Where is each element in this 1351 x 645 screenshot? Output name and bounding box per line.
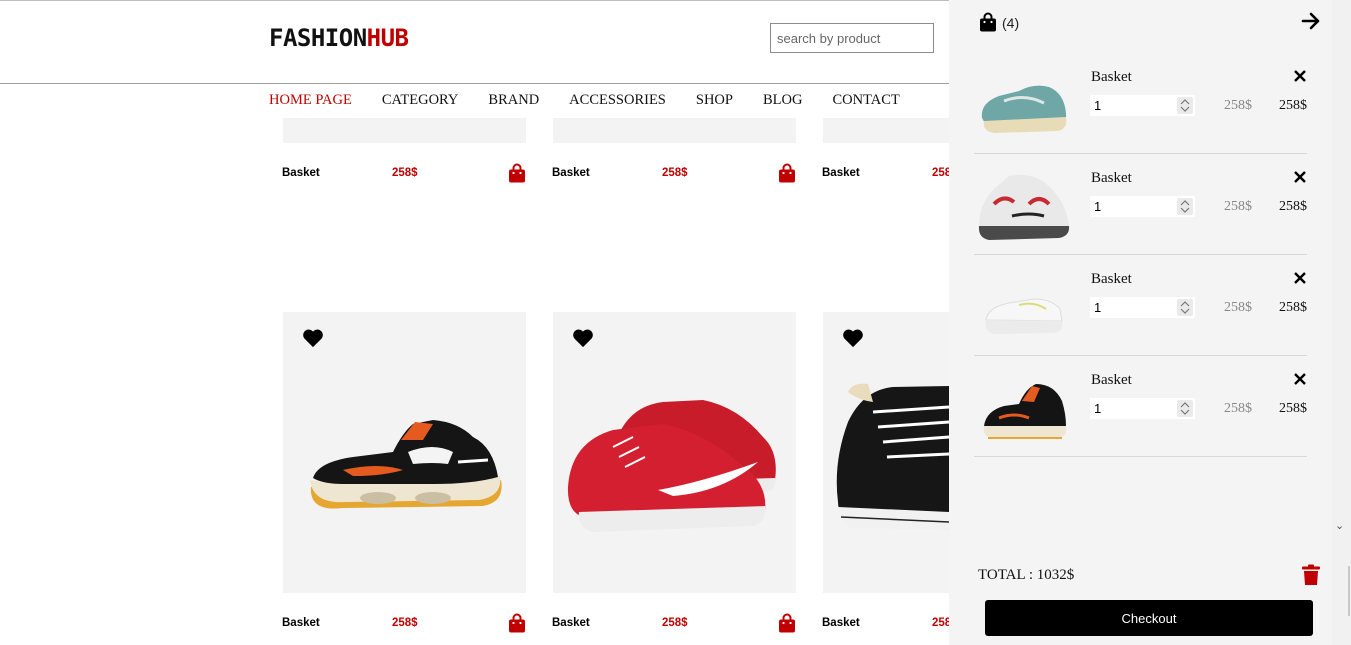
quantity-stepper[interactable] <box>1090 398 1195 419</box>
wishlist-heart-icon[interactable] <box>842 328 864 348</box>
quantity-spinner[interactable] <box>1177 198 1193 215</box>
product-image-top-2[interactable] <box>553 118 796 143</box>
product-name[interactable]: Basket <box>552 167 590 179</box>
cart-item: Basket 258$ 258$ <box>974 53 1307 154</box>
quantity-input[interactable] <box>1090 297 1172 318</box>
sneaker-black-hightop-image <box>836 383 949 530</box>
quantity-input[interactable] <box>1090 95 1172 116</box>
cart-item-name: Basket <box>1091 170 1132 186</box>
product-image[interactable] <box>823 312 949 593</box>
main-nav: HOME PAGE CATEGORY BRAND ACCESSORIES SHO… <box>269 92 930 109</box>
wishlist-heart-icon[interactable] <box>572 328 594 348</box>
cart-item: Basket 258$ 258$ <box>974 356 1307 457</box>
cart-item-unit-price: 258$ <box>1224 300 1252 315</box>
nav-contact[interactable]: CONTACT <box>832 92 899 109</box>
site-logo[interactable]: FASHIONHUB <box>269 24 409 52</box>
cart-item-line-total: 258$ <box>1279 401 1307 416</box>
sneaker-red-white-image <box>567 400 776 532</box>
add-to-cart-bag-icon[interactable] <box>778 613 796 633</box>
product-price: 258$ <box>392 617 418 629</box>
quantity-stepper[interactable] <box>1090 297 1195 318</box>
product-name[interactable]: Basket <box>282 167 320 179</box>
cart-item-line-total: 258$ <box>1279 199 1307 214</box>
cart-bag-icon <box>980 12 996 32</box>
product-image-top-1[interactable] <box>283 118 526 143</box>
cart-panel: (4) ⌄ Basket 258$ 258$ Basket <box>949 0 1351 645</box>
add-to-cart-bag-icon[interactable] <box>508 163 526 183</box>
scroll-down-icon[interactable]: ⌄ <box>1335 519 1344 532</box>
remove-item-close-icon[interactable] <box>1294 272 1306 284</box>
nav-home-page[interactable]: HOME PAGE <box>269 92 352 109</box>
logo-text-fashion: FASHION <box>269 24 367 52</box>
quantity-spinner[interactable] <box>1177 400 1193 417</box>
remove-item-close-icon[interactable] <box>1294 70 1306 82</box>
product-price: 258$ <box>932 167 949 179</box>
remove-item-close-icon[interactable] <box>1294 171 1306 183</box>
cart-item-name: Basket <box>1091 69 1132 85</box>
nav-shop[interactable]: SHOP <box>696 92 733 109</box>
remove-item-close-icon[interactable] <box>1294 373 1306 385</box>
product-image[interactable] <box>553 312 796 593</box>
cart-item-image <box>983 384 1067 439</box>
cart-item-line-total: 258$ <box>1279 300 1307 315</box>
nav-category[interactable]: CATEGORY <box>382 92 459 109</box>
cart-item-image <box>978 174 1070 240</box>
add-to-cart-bag-icon[interactable] <box>778 163 796 183</box>
quantity-input[interactable] <box>1090 398 1172 419</box>
nav-blog[interactable]: BLOG <box>763 92 802 109</box>
product-price: 258$ <box>392 167 418 179</box>
sneaker-black-orange-image <box>310 420 502 509</box>
cart-item-image <box>985 298 1063 334</box>
search-input[interactable] <box>770 23 934 53</box>
cart-total: TOTAL : 1032$ <box>978 567 1075 583</box>
product-price: 258$ <box>932 617 949 629</box>
arrow-right-icon[interactable] <box>1301 11 1321 31</box>
scrollbar-thumb[interactable] <box>1348 566 1350 616</box>
product-name[interactable]: Basket <box>822 617 860 629</box>
cart-item-unit-price: 258$ <box>1224 199 1252 214</box>
product-image-top-3[interactable] <box>823 118 949 143</box>
logo-text-hub: HUB <box>366 24 409 52</box>
checkout-button[interactable]: Checkout <box>985 600 1313 636</box>
product-price: 258$ <box>662 617 688 629</box>
cart-item-name: Basket <box>1091 271 1132 287</box>
nav-brand[interactable]: BRAND <box>488 92 539 109</box>
product-name[interactable]: Basket <box>282 617 320 629</box>
trash-icon[interactable] <box>1301 564 1321 586</box>
quantity-stepper[interactable] <box>1090 196 1195 217</box>
cart-item-unit-price: 258$ <box>1224 98 1252 113</box>
quantity-spinner[interactable] <box>1177 97 1193 114</box>
cart-count: (4) <box>1002 15 1020 31</box>
cart-item-line-total: 258$ <box>1279 98 1307 113</box>
cart-item: Basket 258$ 258$ <box>974 255 1307 356</box>
quantity-input[interactable] <box>1090 196 1172 217</box>
product-name[interactable]: Basket <box>822 167 860 179</box>
cart-item-image <box>981 85 1067 133</box>
product-image[interactable] <box>283 312 526 593</box>
cart-item-unit-price: 258$ <box>1224 401 1252 416</box>
quantity-stepper[interactable] <box>1090 95 1195 116</box>
wishlist-heart-icon[interactable] <box>302 328 324 348</box>
cart-item: Basket 258$ 258$ <box>974 154 1307 255</box>
add-to-cart-bag-icon[interactable] <box>508 613 526 633</box>
quantity-spinner[interactable] <box>1177 299 1193 316</box>
cart-item-name: Basket <box>1091 372 1132 388</box>
product-price: 258$ <box>662 167 688 179</box>
product-name[interactable]: Basket <box>552 617 590 629</box>
cart-scrollbar[interactable] <box>1332 0 1351 645</box>
nav-accessories[interactable]: ACCESSORIES <box>569 92 666 109</box>
